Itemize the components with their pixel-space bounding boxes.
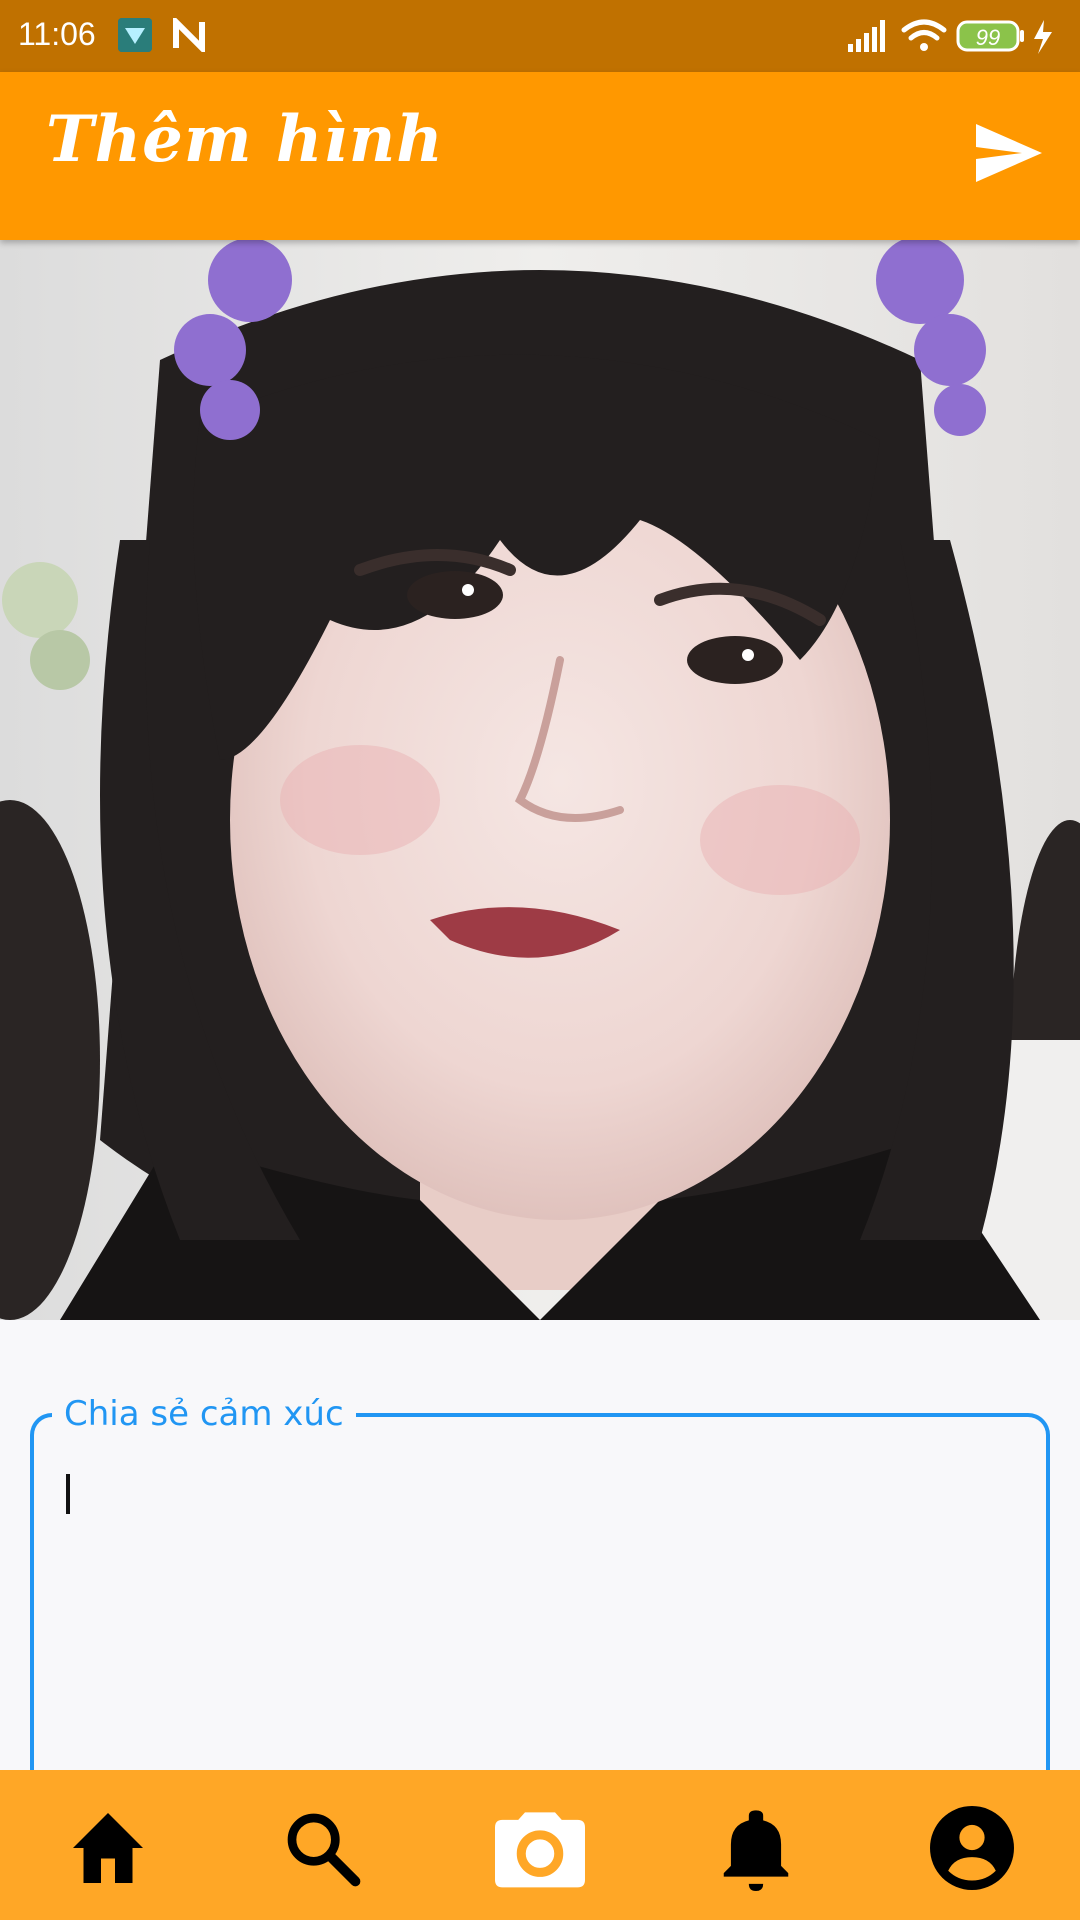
bell-icon <box>723 1810 789 1891</box>
app-notification-icon <box>118 18 152 52</box>
caption-label: Chia sẻ cảm xúc <box>52 1394 356 1434</box>
home-icon <box>73 1813 143 1883</box>
status-time: 11:06 <box>18 16 96 52</box>
page-title: Thêm hình <box>46 102 444 177</box>
app-bar: Thêm hình <box>0 72 1080 240</box>
charging-icon <box>1034 20 1052 54</box>
n-notification-icon <box>172 14 206 56</box>
status-indicators: 99 <box>848 14 1068 58</box>
account-icon <box>930 1806 1014 1890</box>
caption-input[interactable] <box>60 1470 1020 1770</box>
battery-level: 99 <box>976 25 1000 50</box>
nav-notifications[interactable] <box>706 1798 806 1898</box>
nav-home[interactable] <box>58 1798 158 1898</box>
text-cursor <box>66 1474 70 1514</box>
wifi-icon <box>901 19 947 51</box>
selected-photo <box>0 240 1080 1320</box>
nav-camera[interactable] <box>490 1798 590 1898</box>
signal-icon <box>848 20 885 52</box>
camera-icon <box>495 1812 585 1888</box>
send-icon <box>976 124 1042 182</box>
bottom-navigation <box>0 1770 1080 1920</box>
nav-profile[interactable] <box>922 1798 1022 1898</box>
battery-icon: 99 <box>956 20 1024 52</box>
search-icon <box>287 1813 361 1887</box>
status-bar: 11:06 99 <box>0 0 1080 72</box>
send-button[interactable] <box>974 122 1044 184</box>
nav-search[interactable] <box>272 1798 372 1898</box>
